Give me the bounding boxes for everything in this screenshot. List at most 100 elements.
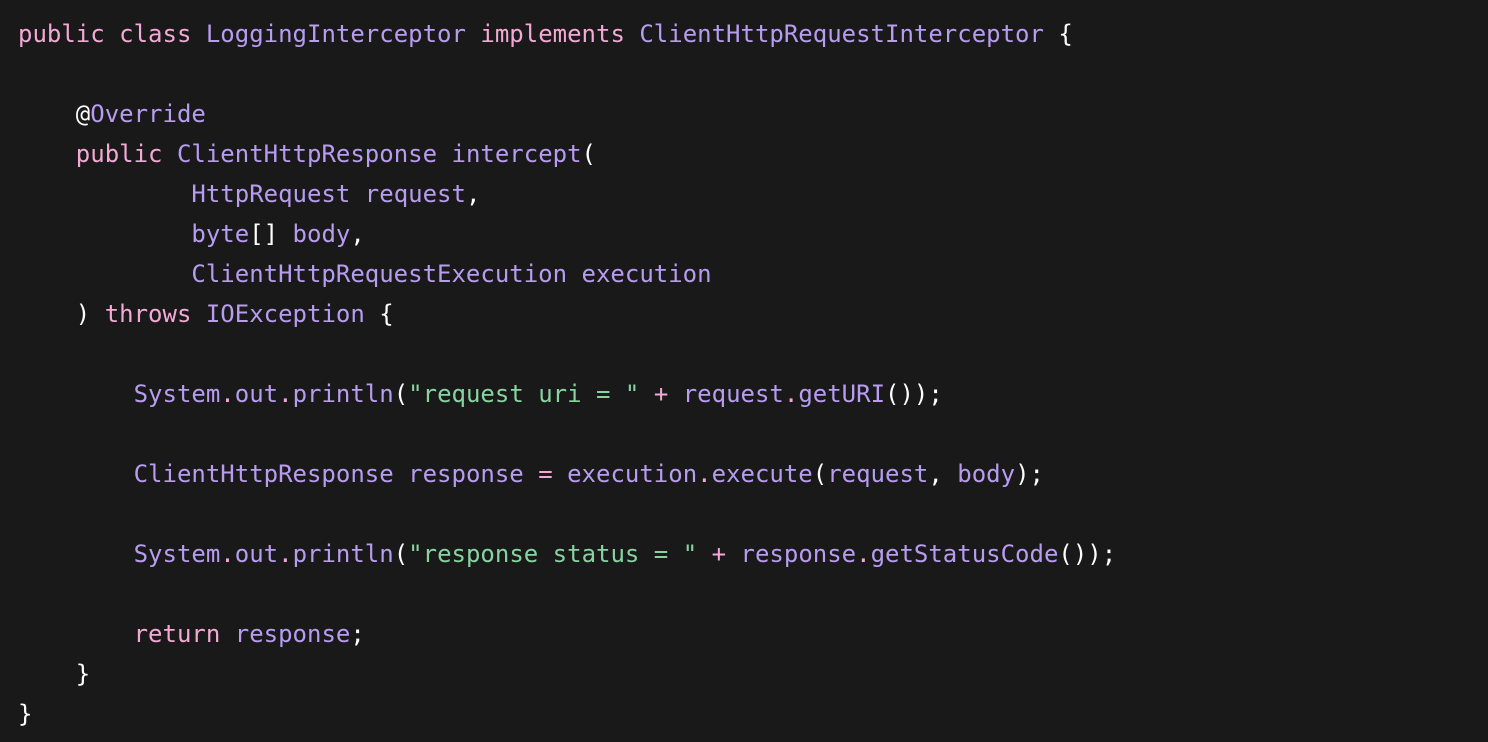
code-line: public ClientHttpResponse intercept( [18,134,1488,174]
code-token: ; [350,620,365,648]
code-token: response [234,620,351,648]
code-token: getURI [798,380,886,408]
code-token: ()); [1058,540,1117,568]
code-token: throws [104,300,192,328]
code-token: getStatusCode [870,540,1059,568]
code-token: request [682,380,784,408]
code-token: execute [711,460,813,488]
code-token: . [697,460,712,488]
code-token: . [220,540,235,568]
code-line: } [18,694,1488,734]
code-token: ( [393,380,409,408]
code-token: "response status = " [408,540,698,568]
code-token: request [364,180,466,208]
code-token: Override [90,100,206,128]
code-token: body [292,220,351,248]
code-token: ) [75,300,91,328]
code-token: ClientHttpRequestInterceptor [639,20,1044,48]
code-token: @ [75,100,91,128]
code-line: return response; [18,614,1488,654]
code-token: } [18,700,33,728]
code-token: intercept [451,140,582,168]
code-token: + [653,380,669,408]
code-token: ( [812,460,828,488]
code-line: @Override [18,94,1488,134]
code-line: public class LoggingInterceptor implemen… [18,14,1488,54]
code-line: byte[] body, [18,214,1488,254]
code-token: , [928,460,943,488]
code-token: ClientHttpRequestExecution [191,260,568,288]
code-token: ); [1015,460,1044,488]
code-token: ClientHttpResponse [176,140,438,168]
code-token: . [220,380,235,408]
code-token: . [856,540,871,568]
code-token: response [408,460,524,488]
code-token: request [827,460,929,488]
code-token: System [133,380,221,408]
code-line: ) throws IOException { [18,294,1488,334]
code-line: System.out.println("request uri = " + re… [18,374,1488,414]
code-token: , [350,220,365,248]
code-token: ( [581,140,596,168]
code-token: body [957,460,1016,488]
code-token: execution [581,260,712,288]
code-token: IOException [205,300,365,328]
code-token: "request uri = " [408,380,640,408]
code-token: [] [249,220,279,248]
code-token: { [1058,20,1073,48]
code-token: System [133,540,221,568]
code-line: ClientHttpResponse response = execution.… [18,454,1488,494]
code-token: return [133,620,221,648]
code-token: . [278,380,293,408]
code-token: public [75,140,163,168]
code-token: out [234,380,279,408]
code-token: response [740,540,857,568]
code-line: } [18,654,1488,694]
code-token: = [538,460,553,488]
code-token: execution [567,460,698,488]
code-token: + [711,540,727,568]
code-token: ( [393,540,409,568]
code-token: public [18,20,105,48]
code-line: ClientHttpRequestExecution execution [18,254,1488,294]
code-token: println [292,540,394,568]
code-line: System.out.println("response status = " … [18,534,1488,574]
code-token: implements [480,20,625,48]
code-token: , [465,180,481,208]
code-token: ()); [885,380,943,408]
